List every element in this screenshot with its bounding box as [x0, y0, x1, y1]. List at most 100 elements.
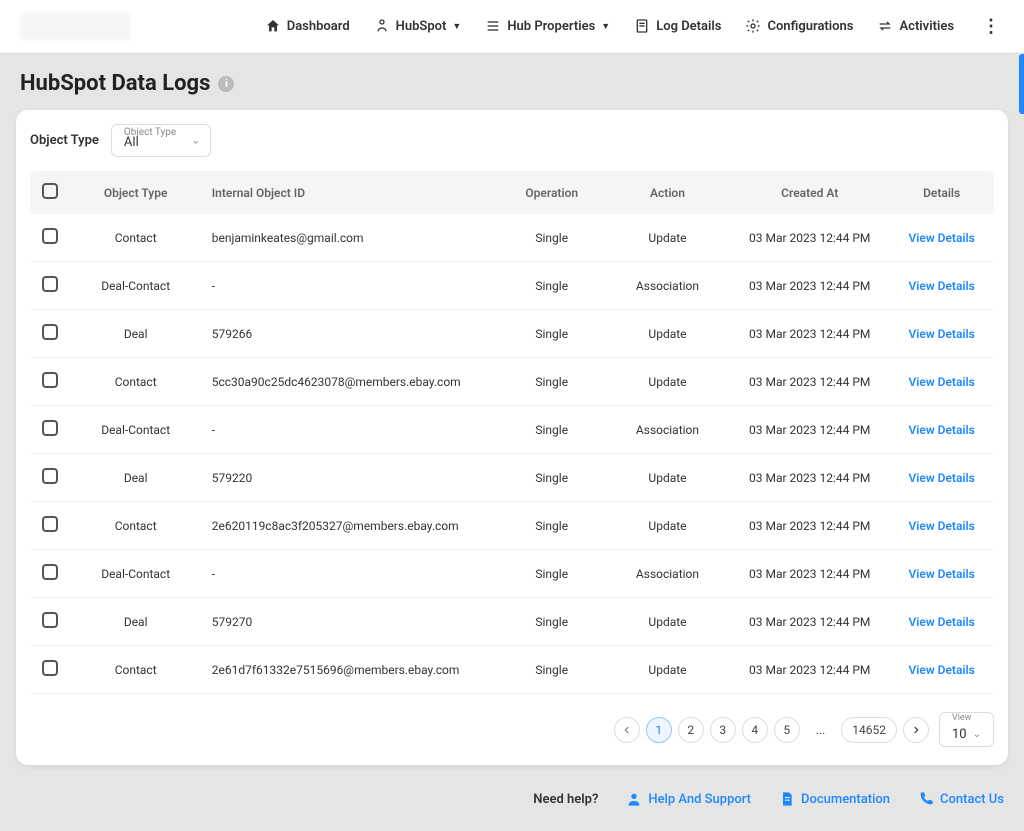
row-checkbox[interactable] — [42, 516, 58, 532]
row-checkbox[interactable] — [42, 468, 58, 484]
nav-activities[interactable]: Activities — [877, 18, 954, 34]
object-type-select[interactable]: Object Type All ⌄ — [111, 124, 211, 157]
cell-object-type: Contact — [70, 646, 202, 694]
page-number-button[interactable]: 3 — [710, 717, 736, 743]
view-details-link[interactable]: View Details — [908, 615, 974, 629]
cell-operation: Single — [499, 454, 605, 502]
view-details-link[interactable]: View Details — [908, 231, 974, 245]
nav-label: Hub Properties — [507, 19, 595, 34]
view-details-link[interactable]: View Details — [908, 567, 974, 581]
filter-label: Object Type — [30, 133, 99, 148]
cell-created-at: 03 Mar 2023 12:44 PM — [730, 550, 889, 598]
need-help-label: Need help? — [533, 792, 598, 807]
row-checkbox[interactable] — [42, 372, 58, 388]
view-details-link[interactable]: View Details — [908, 471, 974, 485]
info-icon[interactable]: i — [218, 76, 234, 92]
row-checkbox[interactable] — [42, 612, 58, 628]
page-prev-button[interactable] — [614, 717, 640, 743]
cell-object-type: Deal — [70, 598, 202, 646]
document-icon — [634, 18, 650, 34]
page-number-button[interactable]: 4 — [742, 717, 768, 743]
cell-object-type: Deal-Contact — [70, 262, 202, 310]
top-nav: Dashboard HubSpot ▼ Hub Properties ▼ Log… — [265, 16, 1004, 37]
cell-operation: Single — [499, 598, 605, 646]
page-size-select[interactable]: View 10 ⌄ — [939, 712, 994, 747]
transfer-icon — [877, 18, 893, 34]
phone-icon — [918, 791, 934, 807]
cell-internal-id: 2e620119c8ac3f205327@members.ebay.com — [202, 502, 499, 550]
footer-link-label: Contact Us — [940, 792, 1004, 807]
person-icon — [626, 791, 642, 807]
table-row: Deal579220SingleUpdate03 Mar 2023 12:44 … — [30, 454, 994, 502]
nav-label: HubSpot — [396, 19, 447, 34]
cell-internal-id: benjaminkeates@gmail.com — [202, 214, 499, 262]
cell-created-at: 03 Mar 2023 12:44 PM — [730, 310, 889, 358]
page-title: HubSpot Data Logs — [20, 71, 210, 96]
cell-action: Association — [605, 262, 730, 310]
page-number-button[interactable]: 2 — [678, 717, 704, 743]
nav-label: Log Details — [656, 19, 721, 34]
page-number-button[interactable]: 14652 — [841, 717, 897, 743]
document-icon — [779, 791, 795, 807]
cell-object-type: Deal — [70, 310, 202, 358]
row-checkbox[interactable] — [42, 276, 58, 292]
cell-operation: Single — [499, 262, 605, 310]
view-details-link[interactable]: View Details — [908, 519, 974, 533]
cell-object-type: Deal-Contact — [70, 550, 202, 598]
nav-hub-properties[interactable]: Hub Properties ▼ — [485, 18, 610, 34]
table-row: Deal-Contact-SingleAssociation03 Mar 202… — [30, 406, 994, 454]
table-row: Deal-Contact-SingleAssociation03 Mar 202… — [30, 262, 994, 310]
view-details-link[interactable]: View Details — [908, 375, 974, 389]
help-support-link[interactable]: Help And Support — [626, 791, 751, 807]
nav-dashboard[interactable]: Dashboard — [265, 18, 350, 34]
col-internal-id: Internal Object ID — [202, 171, 499, 214]
hubspot-icon — [374, 18, 390, 34]
cell-created-at: 03 Mar 2023 12:44 PM — [730, 598, 889, 646]
nav-label: Dashboard — [287, 19, 350, 34]
page-number-button[interactable]: 5 — [774, 717, 800, 743]
footer-link-label: Help And Support — [648, 792, 751, 807]
cell-internal-id: 2e61d7f61332e7515696@members.ebay.com — [202, 646, 499, 694]
cell-internal-id: - — [202, 262, 499, 310]
nav-label: Activities — [899, 19, 954, 34]
table-row: Contact2e61d7f61332e7515696@members.ebay… — [30, 646, 994, 694]
select-all-checkbox[interactable] — [42, 183, 58, 199]
contact-us-link[interactable]: Contact Us — [918, 791, 1004, 807]
cell-object-type: Deal-Contact — [70, 406, 202, 454]
row-checkbox[interactable] — [42, 660, 58, 676]
view-details-link[interactable]: View Details — [908, 423, 974, 437]
view-details-link[interactable]: View Details — [908, 663, 974, 677]
row-checkbox[interactable] — [42, 324, 58, 340]
pager: 12345...14652 — [614, 717, 929, 743]
row-checkbox[interactable] — [42, 420, 58, 436]
cell-operation: Single — [499, 550, 605, 598]
col-details: Details — [889, 171, 994, 214]
chevron-down-icon: ▼ — [452, 21, 461, 32]
cell-action: Update — [605, 310, 730, 358]
cell-operation: Single — [499, 646, 605, 694]
row-checkbox[interactable] — [42, 564, 58, 580]
cell-created-at: 03 Mar 2023 12:44 PM — [730, 646, 889, 694]
cell-operation: Single — [499, 358, 605, 406]
gear-icon — [745, 18, 761, 34]
more-menu-icon[interactable]: ⋮ — [978, 16, 1004, 37]
cell-created-at: 03 Mar 2023 12:44 PM — [730, 502, 889, 550]
page-number-button[interactable]: 1 — [646, 717, 672, 743]
col-object-type: Object Type — [70, 171, 202, 214]
cell-action: Association — [605, 406, 730, 454]
view-details-link[interactable]: View Details — [908, 279, 974, 293]
cell-internal-id: - — [202, 406, 499, 454]
col-operation: Operation — [499, 171, 605, 214]
nav-log-details[interactable]: Log Details — [634, 18, 721, 34]
table-row: Deal579266SingleUpdate03 Mar 2023 12:44 … — [30, 310, 994, 358]
nav-hubspot[interactable]: HubSpot ▼ — [374, 18, 462, 34]
cell-action: Update — [605, 454, 730, 502]
documentation-link[interactable]: Documentation — [779, 791, 890, 807]
view-details-link[interactable]: View Details — [908, 327, 974, 341]
cell-operation: Single — [499, 502, 605, 550]
page-next-button[interactable] — [903, 717, 929, 743]
row-checkbox[interactable] — [42, 228, 58, 244]
cell-action: Update — [605, 214, 730, 262]
logs-table: Object Type Internal Object ID Operation… — [30, 171, 994, 694]
nav-configurations[interactable]: Configurations — [745, 18, 853, 34]
